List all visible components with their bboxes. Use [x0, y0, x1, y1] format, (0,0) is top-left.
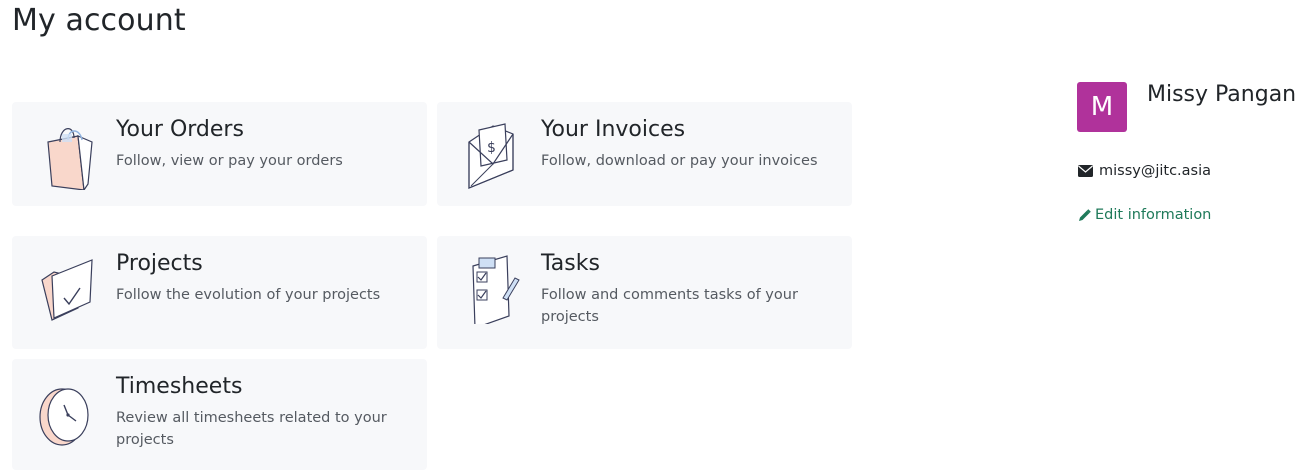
folder-check-icon [38, 254, 102, 324]
orders-description: Follow, view or pay your orders [116, 153, 343, 169]
timesheets-card[interactable]: Timesheets Review all timesheets related… [12, 359, 427, 470]
timesheets-title: Timesheets [116, 374, 243, 399]
email-row: missy@jitc.asia [1078, 163, 1211, 179]
avatar: M [1077, 82, 1127, 132]
checklist-clipboard-icon [463, 254, 527, 324]
pencil-icon [1078, 208, 1091, 222]
clock-icon [38, 377, 102, 447]
invoices-title: Your Invoices [541, 117, 686, 142]
orders-title: Your Orders [116, 117, 244, 142]
projects-card[interactable]: Projects Follow the evolution of your pr… [12, 236, 427, 349]
tasks-card[interactable]: Tasks Follow and comments tasks of your … [437, 236, 852, 349]
timesheets-description: Review all timesheets related to your pr… [116, 410, 387, 448]
invoices-card[interactable]: $ Your Invoices Follow, download or pay … [437, 102, 852, 206]
tasks-title: Tasks [541, 251, 600, 276]
tasks-description: Follow and comments tasks of your projec… [541, 287, 798, 325]
edit-information-label[interactable]: Edit information [1095, 207, 1211, 223]
user-name: Missy Pangan [1147, 82, 1297, 107]
invoices-description: Follow, download or pay your invoices [541, 153, 818, 169]
page-title: My account [12, 3, 186, 38]
shopping-bag-icon [38, 120, 102, 190]
invoice-envelope-icon: $ [463, 120, 527, 190]
orders-card[interactable]: Your Orders Follow, view or pay your ord… [12, 102, 427, 206]
email-text: missy@jitc.asia [1099, 163, 1212, 179]
projects-description: Follow the evolution of your projects [116, 287, 381, 303]
envelope-icon [1078, 165, 1093, 177]
svg-text:$: $ [487, 140, 496, 156]
projects-title: Projects [116, 251, 203, 276]
edit-information-link[interactable]: Edit information [1078, 207, 1211, 223]
